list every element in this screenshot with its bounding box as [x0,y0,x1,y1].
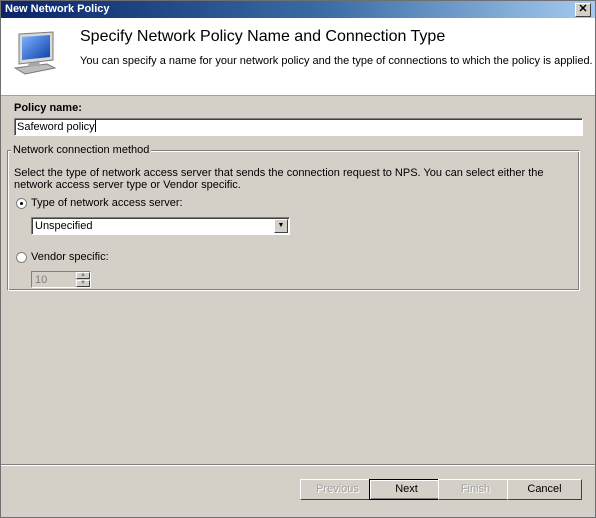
finish-button[interactable]: Finish [438,479,513,500]
spinner-buttons: ▲ ▼ [76,272,90,287]
connection-method-legend: Network connection method [11,144,152,156]
spin-down-icon[interactable]: ▼ [76,280,90,287]
close-icon: ✕ [578,3,588,15]
spin-up-icon[interactable]: ▲ [76,272,90,279]
type-of-nas-radio[interactable] [16,198,27,209]
nas-type-dropdown[interactable]: Unspecified ▼ [31,217,290,235]
computer-monitor-icon [13,31,57,75]
nas-type-selected-value: Unspecified [35,220,93,232]
dialog-window: New Network Policy ✕ Specify Network Pol… [0,0,596,518]
window-title: New Network Policy [5,3,110,15]
vendor-code-spinner[interactable]: 10 ▲ ▼ [31,271,91,288]
wizard-header: Specify Network Policy Name and Connecti… [1,18,595,96]
footer-divider [1,464,595,466]
vendor-specific-label[interactable]: Vendor specific: [31,251,109,263]
page-subtitle: You can specify a name for your network … [80,55,593,67]
type-of-nas-label[interactable]: Type of network access server: [31,197,183,209]
connection-method-description: Select the type of network access server… [14,167,544,191]
policy-name-label: Policy name: [14,102,82,114]
cancel-button[interactable]: Cancel [507,479,582,500]
page-title: Specify Network Policy Name and Connecti… [80,28,446,45]
close-button[interactable]: ✕ [575,3,591,17]
chevron-down-icon[interactable]: ▼ [274,219,288,233]
policy-name-input[interactable]: Safeword policy [14,118,583,136]
previous-button[interactable]: Previous [300,479,375,500]
text-caret [94,120,96,132]
policy-name-value: Safeword policy [17,121,95,133]
vendor-specific-radio[interactable] [16,252,27,263]
vendor-code-value: 10 [35,274,48,286]
title-bar[interactable]: New Network Policy ✕ [1,1,595,18]
next-button[interactable]: Next [369,479,444,500]
